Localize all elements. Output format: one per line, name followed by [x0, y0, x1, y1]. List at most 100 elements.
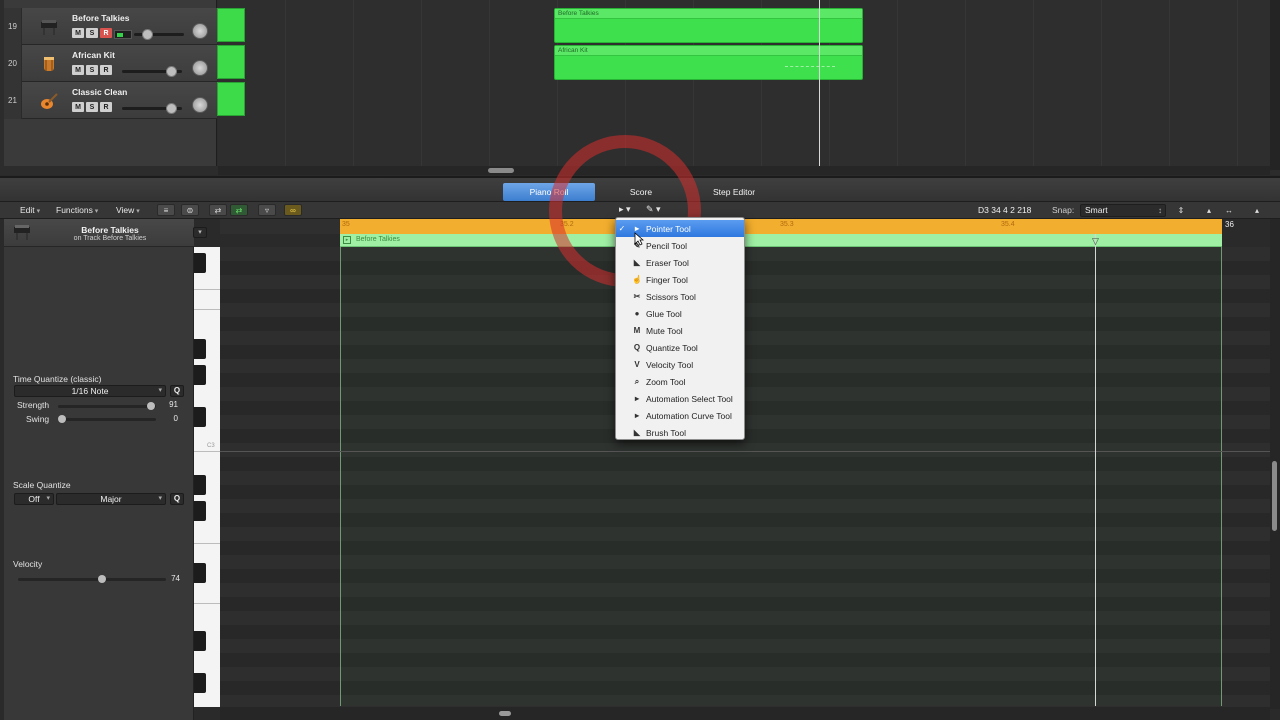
- functions-menu[interactable]: Functions: [56, 205, 98, 215]
- velocity-slider[interactable]: [18, 575, 166, 583]
- tracks-vertical-scrollbar[interactable]: [1270, 0, 1280, 170]
- menu-item-label: Brush Tool: [646, 427, 687, 438]
- menu-item-eraser-tool[interactable]: ◣ Eraser Tool: [616, 254, 744, 271]
- black-key[interactable]: [194, 563, 206, 583]
- fader-knob[interactable]: [166, 103, 177, 114]
- menu-item-velocity-tool[interactable]: V Velocity Tool: [616, 356, 744, 373]
- region-label: Before Talkies: [555, 9, 862, 19]
- chevron-down-icon[interactable]: ▾: [193, 227, 207, 238]
- fader-knob[interactable]: [142, 29, 153, 40]
- strength-value: 91: [169, 400, 178, 409]
- fader-knob[interactable]: [166, 66, 177, 77]
- swing-slider[interactable]: [58, 415, 156, 423]
- black-key[interactable]: [194, 673, 206, 693]
- horizontal-zoom-icon[interactable]: ↔: [1220, 204, 1238, 216]
- midi-in-icon[interactable]: ⇄: [209, 204, 227, 216]
- time-quantize-select[interactable]: 1/16 Note: [14, 385, 166, 397]
- link-icon[interactable]: ∞: [284, 204, 302, 216]
- menu-item-scissors-tool[interactable]: ✂ Scissors Tool: [616, 288, 744, 305]
- zoom-slider-icon[interactable]: ▴: [1200, 204, 1218, 216]
- tracks-horizontal-scrollbar[interactable]: [218, 166, 1270, 175]
- playhead[interactable]: [819, 0, 820, 166]
- scroll-thumb[interactable]: [1272, 461, 1277, 531]
- menu-item-finger-tool[interactable]: ☝ Finger Tool: [616, 271, 744, 288]
- black-key[interactable]: [194, 475, 206, 495]
- record-arm-button[interactable]: R: [100, 65, 112, 75]
- black-key[interactable]: [194, 365, 206, 385]
- volume-fader[interactable]: [122, 66, 182, 77]
- arrange-region-before-talkies[interactable]: Before Talkies: [554, 8, 863, 43]
- tab-step-editor[interactable]: Step Editor: [696, 183, 772, 201]
- black-key[interactable]: [194, 253, 206, 273]
- track-header-19[interactable]: 19 Before Talkies M S R: [4, 8, 217, 45]
- edit-menu[interactable]: Edit: [20, 205, 40, 215]
- volume-fader[interactable]: [122, 103, 182, 114]
- black-key[interactable]: [194, 501, 206, 521]
- mute-button[interactable]: M: [72, 28, 84, 38]
- menu-item-automation-select-tool[interactable]: ▸ Automation Select Tool: [616, 390, 744, 407]
- snap-select[interactable]: Smart: [1080, 204, 1166, 217]
- track-region-stub[interactable]: [217, 45, 245, 79]
- black-key[interactable]: [194, 631, 206, 651]
- slider-knob[interactable]: [147, 402, 155, 410]
- volume-fader[interactable]: [134, 29, 184, 40]
- track-region-stub[interactable]: [217, 82, 245, 116]
- roll-vertical-scrollbar[interactable]: [1270, 219, 1280, 709]
- scale-quantize-button[interactable]: Q: [170, 493, 184, 505]
- track-name: Before Talkies: [72, 13, 130, 23]
- solo-button[interactable]: S: [86, 65, 98, 75]
- arrange-grid[interactable]: Before Talkies African Kit: [218, 0, 1270, 166]
- record-arm-button[interactable]: R: [100, 102, 112, 112]
- scale-mode-select[interactable]: Major: [56, 493, 166, 505]
- region-header: Before Talkies on Track Before Talkies ▾: [4, 219, 207, 247]
- piano-icon: [38, 16, 60, 38]
- slider-knob[interactable]: [58, 415, 66, 423]
- mute-button[interactable]: M: [72, 65, 84, 75]
- view-menu[interactable]: View: [116, 205, 140, 215]
- mute-button[interactable]: M: [72, 102, 84, 112]
- quantize-button[interactable]: Q: [170, 385, 184, 397]
- velocity-label: Velocity: [13, 559, 43, 569]
- scroll-thumb[interactable]: [499, 711, 511, 716]
- collapse-icon[interactable]: ≡: [157, 204, 175, 216]
- slider-knob[interactable]: [98, 575, 106, 583]
- track-header-21[interactable]: 21 Classic Clean M S R: [4, 82, 217, 119]
- track-number: 20: [4, 45, 22, 82]
- pan-knob[interactable]: [192, 97, 208, 113]
- track-controls: M S R: [72, 28, 112, 38]
- region-loop-icon: ▸: [343, 236, 351, 244]
- menu-item-brush-tool[interactable]: ◣ Brush Tool: [616, 424, 744, 441]
- track-header-20[interactable]: 20 African Kit M S R: [4, 45, 217, 82]
- midi-out-icon[interactable]: ⇄: [230, 204, 248, 216]
- expand-icon[interactable]: ⊜: [181, 204, 199, 216]
- menu-item-quantize-tool[interactable]: Q Quantize Tool: [616, 339, 744, 356]
- playhead-marker-icon[interactable]: ▽: [1090, 237, 1101, 246]
- arrange-region-african-kit[interactable]: African Kit: [554, 45, 863, 80]
- filter-icon[interactable]: ▿: [258, 204, 276, 216]
- black-key[interactable]: [194, 407, 206, 427]
- mouse-cursor-icon: [634, 232, 645, 246]
- scale-root-select[interactable]: Off: [14, 493, 54, 505]
- black-key[interactable]: [194, 339, 206, 359]
- record-arm-button[interactable]: R: [100, 28, 112, 38]
- menu-item-automation-curve-tool[interactable]: ▸ Automation Curve Tool: [616, 407, 744, 424]
- glue-icon: ●: [634, 309, 640, 318]
- playhead[interactable]: [1095, 234, 1096, 706]
- pan-knob[interactable]: [192, 60, 208, 76]
- menu-item-glue-tool[interactable]: ● Glue Tool: [616, 305, 744, 322]
- menu-item-zoom-tool[interactable]: ⌕ Zoom Tool: [616, 373, 744, 390]
- solo-button[interactable]: S: [86, 102, 98, 112]
- scroll-thumb[interactable]: [488, 168, 514, 173]
- solo-button[interactable]: S: [86, 28, 98, 38]
- vertical-zoom-icon[interactable]: ⇕: [1172, 204, 1190, 216]
- menu-item-mute-tool[interactable]: M Mute Tool: [616, 322, 744, 339]
- roll-horizontal-scrollbar[interactable]: [220, 707, 1270, 720]
- scissors-icon: ✂: [633, 292, 641, 301]
- region-area[interactable]: [340, 247, 1222, 706]
- scale-quantize-label: Scale Quantize: [13, 480, 71, 490]
- strength-slider[interactable]: [58, 402, 156, 410]
- piano-keyboard[interactable]: [194, 247, 220, 707]
- zoom-slider-icon[interactable]: ▴: [1248, 204, 1266, 216]
- pan-knob[interactable]: [192, 23, 208, 39]
- track-region-stub[interactable]: [217, 8, 245, 42]
